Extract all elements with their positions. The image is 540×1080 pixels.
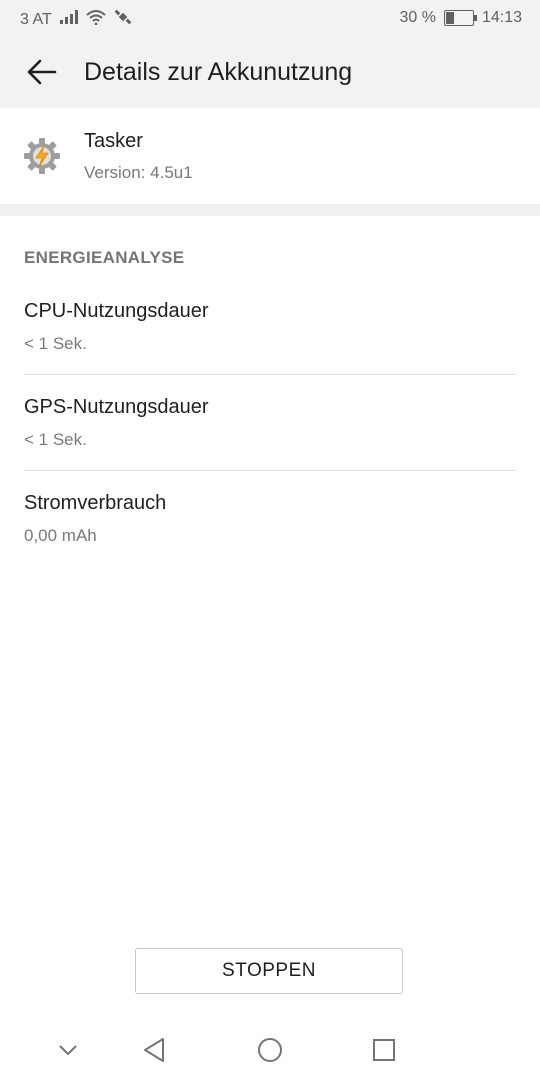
signal-icon (59, 10, 78, 29)
app-name: Tasker (84, 130, 143, 152)
satellite-icon (114, 9, 132, 30)
status-right: 30 % 14:13 (399, 9, 522, 27)
app-info-card (0, 108, 540, 204)
tasker-gear-icon (22, 136, 62, 176)
navigation-bar (0, 1020, 540, 1080)
battery-charging-icon (443, 10, 477, 26)
home-circle-icon[interactable] (254, 1034, 286, 1066)
back-button[interactable] (20, 52, 64, 92)
list-item-title: GPS-Nutzungsdauer (24, 396, 209, 418)
app-version: Version: 4.5u1 (84, 163, 193, 182)
list-item-title: CPU-Nutzungsdauer (24, 300, 209, 322)
list-item-value: < 1 Sek. (24, 430, 87, 449)
list-item-gps-usage[interactable]: GPS-Nutzungsdauer < 1 Sek. (0, 380, 540, 476)
battery-fill (445, 12, 455, 24)
wifi-icon (86, 9, 106, 30)
battery-percent: 30 % (399, 9, 436, 26)
status-bar: 3 AT 30 % 14:13 (0, 0, 540, 36)
status-left: 3 AT (20, 9, 132, 30)
divider (24, 374, 516, 375)
back-triangle-icon[interactable] (138, 1034, 170, 1066)
list-item-title: Stromverbrauch (24, 492, 167, 514)
list-item-cpu-usage[interactable]: CPU-Nutzungsdauer < 1 Sek. (0, 284, 540, 380)
time-label: 14:13 (481, 9, 522, 26)
stop-button[interactable]: STOPPEN (135, 948, 403, 994)
carrier-label: 3 AT (20, 10, 52, 28)
divider (24, 470, 516, 471)
app-bar: Details zur Akkunutzung (0, 36, 540, 108)
page-title: Details zur Akkunutzung (84, 58, 353, 86)
list-item-value: < 1 Sek. (24, 334, 87, 353)
list-item-value: 0,00 mAh (24, 526, 97, 545)
chevron-down-icon[interactable] (52, 1034, 84, 1066)
arrow-back-icon (27, 59, 57, 85)
recents-square-icon[interactable] (368, 1034, 400, 1066)
section-divider (0, 204, 540, 216)
section-header-energy: ENERGIEANALYSE (24, 248, 185, 267)
list-item-power-consumption[interactable]: Stromverbrauch 0,00 mAh (0, 476, 540, 572)
